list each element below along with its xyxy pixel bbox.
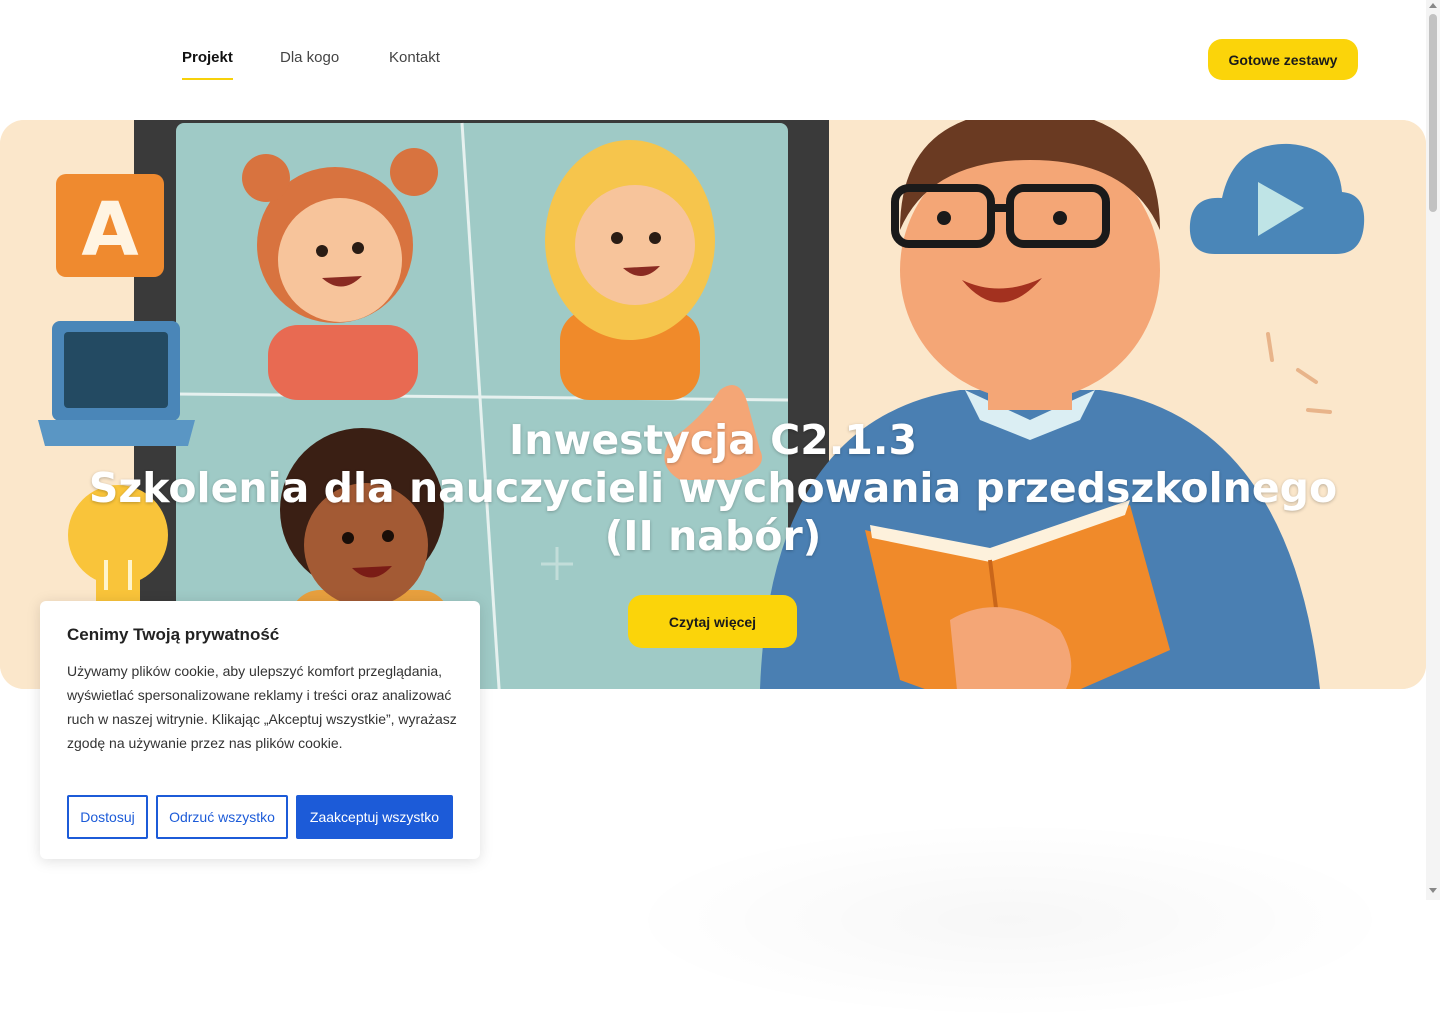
decorative-background-shape <box>620 820 1400 1020</box>
block-letter: A <box>81 187 138 273</box>
hero-title-line: Szkolenia dla nauczycieli wychowania prz… <box>88 464 1338 512</box>
cookie-description: Używamy plików cookie, aby ulepszyć komf… <box>67 663 457 751</box>
hero-title-line: Inwestycja C2.1.3 <box>509 416 917 464</box>
scroll-down-arrow-icon[interactable] <box>1429 888 1437 893</box>
scroll-up-arrow-icon[interactable] <box>1429 3 1437 8</box>
page-scrollbar[interactable] <box>1426 0 1440 900</box>
hero-title-line: (II nabór) <box>604 512 822 560</box>
read-more-button[interactable]: Czytaj więcej <box>628 595 797 648</box>
scrollbar-thumb[interactable] <box>1429 14 1437 212</box>
ready-sets-button[interactable]: Gotowe zestawy <box>1208 39 1358 80</box>
nav-item-label: Dla kogo <box>280 49 340 66</box>
cookie-consent-dialog: Cenimy Twoją prywatność Używamy plików c… <box>40 601 480 859</box>
nav-item-dla-kogo[interactable]: Dla kogo <box>280 49 339 66</box>
nav-item-label: Projekt <box>182 49 233 66</box>
top-navigation: Projekt Dla kogo Kontakt Gotowe zestawy <box>0 0 1426 120</box>
nav-item-kontakt[interactable]: Kontakt <box>389 49 440 66</box>
hero-title: Inwestycja C2.1.3 Szkolenia dla nauczyci… <box>0 416 1426 560</box>
cookie-title: Cenimy Twoją prywatność <box>67 625 280 644</box>
reject-all-button[interactable]: Odrzuć wszystko <box>156 795 288 839</box>
customize-button[interactable]: Dostosuj <box>67 795 148 839</box>
active-underline <box>182 78 233 80</box>
accept-all-button[interactable]: Zaakceptuj wszystko <box>296 795 453 839</box>
nav-item-label: Kontakt <box>389 49 440 66</box>
nav-item-projekt[interactable]: Projekt <box>182 49 233 80</box>
